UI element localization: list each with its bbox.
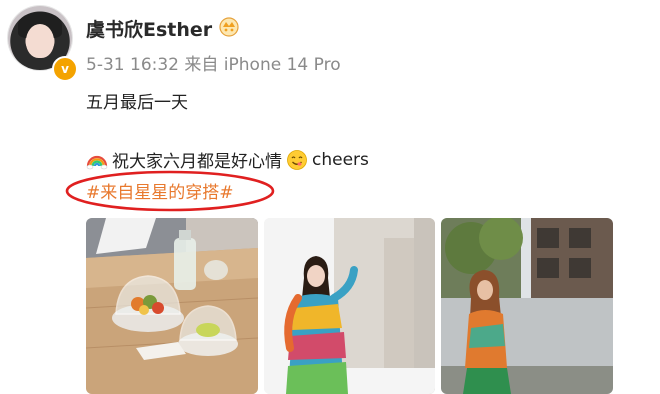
post-meta: 5-31 16:32 来自 iPhone 14 Pro xyxy=(86,50,341,75)
photo-woman-outdoor xyxy=(441,218,613,394)
rainbow-emoji-icon xyxy=(86,155,108,169)
member-crown-icon[interactable] xyxy=(218,15,240,37)
yum-emoji-icon xyxy=(287,149,307,170)
author-name[interactable]: 虞书欣Esther xyxy=(86,15,212,42)
verified-v-icon: v xyxy=(52,56,78,82)
cheers-text: cheers xyxy=(312,149,369,170)
photo-woman-indoor xyxy=(264,218,435,394)
post-time: 16:32 xyxy=(130,55,179,75)
post-source[interactable]: 来自 iPhone 14 Pro xyxy=(184,55,340,75)
photo-table-domes xyxy=(86,218,258,394)
post-date: 5-31 xyxy=(86,55,125,75)
post-photo-3[interactable] xyxy=(441,218,613,394)
post-text-line1: 五月最后一天 xyxy=(86,93,188,113)
post-photo-2[interactable] xyxy=(264,218,435,394)
annotation-circle xyxy=(65,170,275,212)
avatar-face xyxy=(26,24,54,58)
post-photo-1[interactable] xyxy=(86,218,258,394)
